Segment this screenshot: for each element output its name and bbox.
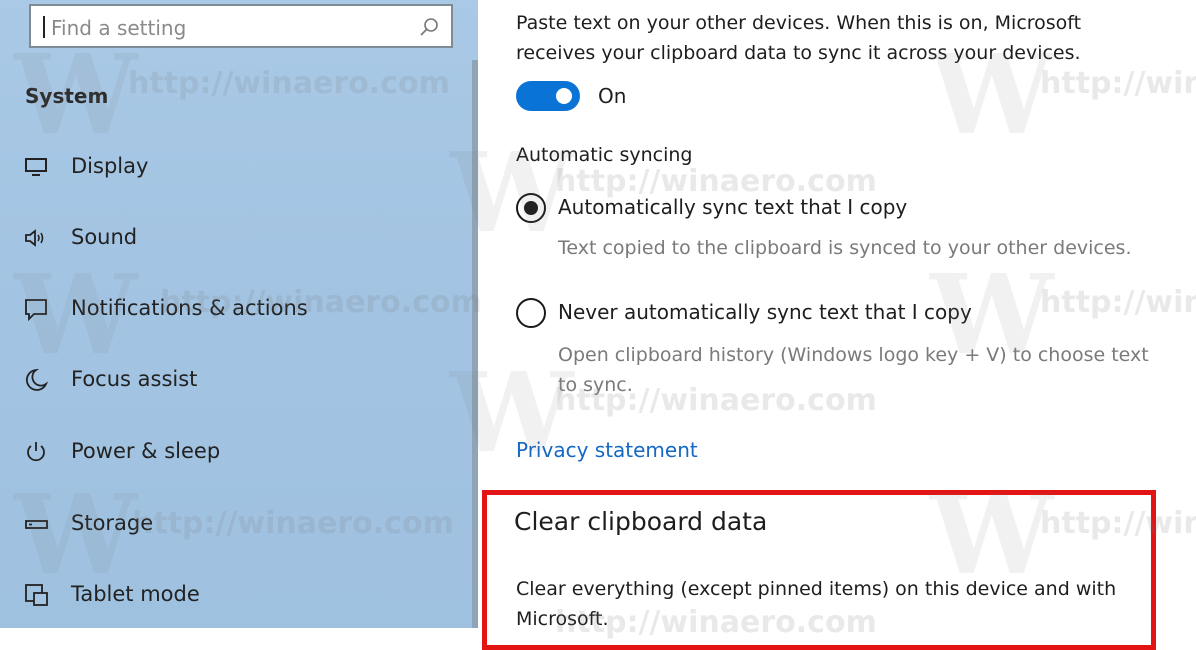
automatic-syncing-heading: Automatic syncing: [516, 144, 693, 166]
radio-auto-sync[interactable]: [516, 193, 546, 223]
sidebar-item-label: Focus assist: [71, 367, 198, 391]
radio-never-sync-hint: Open clipboard history (Windows logo key…: [558, 344, 1149, 396]
clear-clipboard-heading: Clear clipboard data: [514, 507, 768, 536]
sidebar-item-label: Storage: [71, 511, 154, 535]
sidebar-item-label: Tablet mode: [71, 582, 200, 606]
sidebar-item-sound[interactable]: Sound: [0, 208, 472, 268]
section-title-system: System: [25, 84, 109, 108]
notification-icon: [25, 299, 47, 321]
sidebar-item-focus-assist[interactable]: Focus assist: [0, 350, 472, 410]
privacy-statement-link[interactable]: Privacy statement: [516, 438, 698, 462]
sync-description: Paste text on your other devices. When t…: [516, 12, 1082, 64]
sidebar-item-label: Sound: [71, 225, 138, 249]
radio-auto-sync-hint: Text copied to the clipboard is synced t…: [558, 237, 1132, 259]
radio-never-sync[interactable]: [516, 298, 546, 328]
sidebar-item-label: Display: [71, 154, 149, 178]
search-box[interactable]: [29, 4, 453, 48]
storage-icon: [25, 520, 48, 529]
power-icon: [27, 442, 45, 462]
sidebar-item-label: Power & sleep: [71, 439, 221, 463]
tablet-mode-icon: [25, 584, 48, 606]
toggle-state-label: On: [598, 84, 627, 108]
clear-clipboard-description: Clear everything (except pinned items) o…: [516, 578, 1117, 630]
moon-icon: [25, 368, 49, 391]
radio-never-sync-label[interactable]: Never automatically sync text that I cop…: [558, 300, 972, 324]
radio-selected-dot: [524, 201, 538, 215]
settings-content: Paste text on your other devices. When t…: [478, 0, 1196, 650]
sidebar-item-storage[interactable]: Storage: [0, 494, 472, 554]
search-icon[interactable]: [419, 17, 439, 37]
sidebar-item-tablet-mode[interactable]: Tablet mode: [0, 565, 472, 625]
speaker-icon: [25, 229, 44, 247]
text-cursor: [43, 16, 45, 38]
sync-toggle[interactable]: [516, 81, 580, 111]
sidebar-item-power-sleep[interactable]: Power & sleep: [0, 422, 472, 482]
sidebar-item-display[interactable]: Display: [0, 137, 472, 197]
settings-sidebar: System Display Sound Notifications & act…: [0, 0, 478, 628]
search-input[interactable]: [49, 12, 413, 44]
sidebar-item-label: Notifications & actions: [71, 296, 308, 320]
radio-auto-sync-label[interactable]: Automatically sync text that I copy: [558, 195, 907, 219]
sidebar-item-notifications[interactable]: Notifications & actions: [0, 279, 472, 339]
toggle-knob: [556, 88, 572, 104]
monitor-icon: [25, 158, 47, 176]
